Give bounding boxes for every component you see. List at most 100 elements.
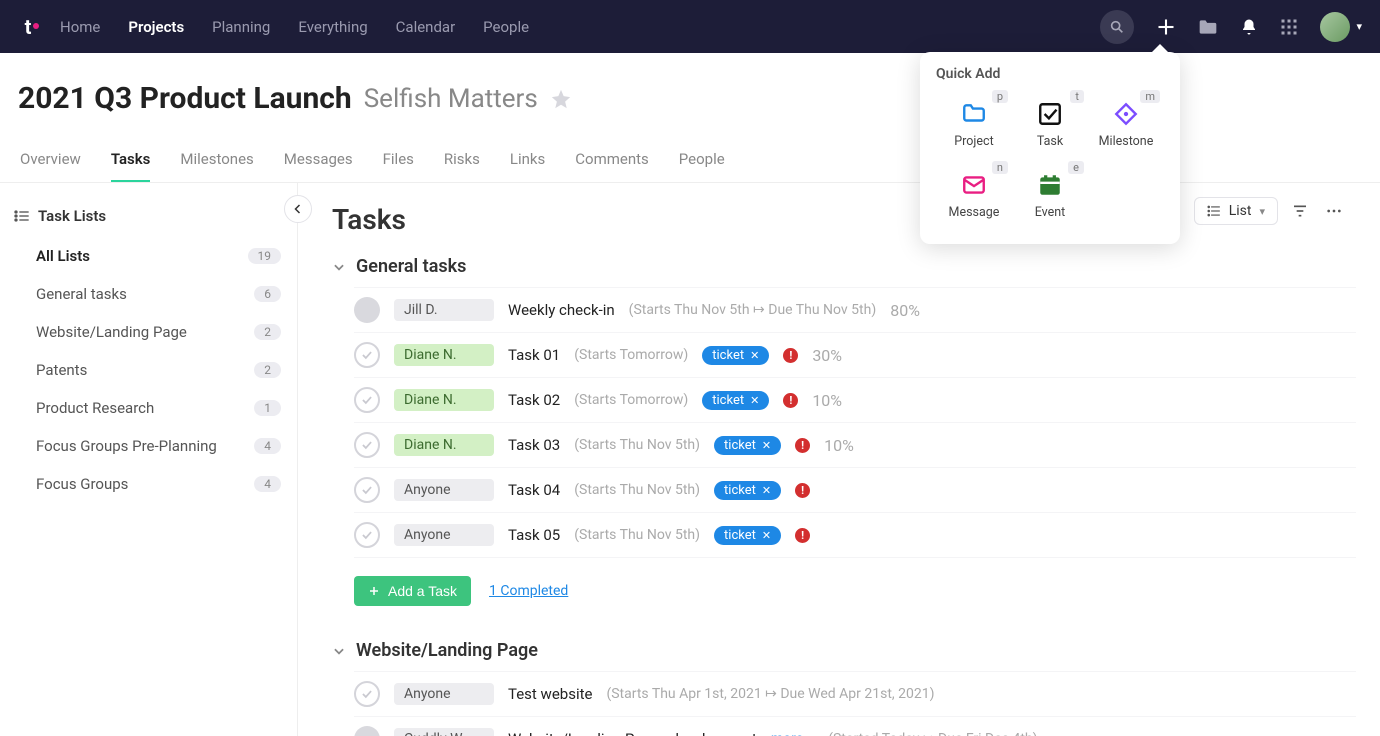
task-tag[interactable]: ticket ✕ — [714, 436, 781, 455]
assignee-chip[interactable]: Jill D. — [394, 299, 494, 321]
nav-item-calendar[interactable]: Calendar — [396, 18, 456, 36]
folder-icon — [960, 100, 988, 128]
tab-milestones[interactable]: Milestones — [180, 150, 253, 182]
sidebar-item[interactable]: Website/Landing Page2 — [14, 315, 287, 349]
task-checkbox[interactable] — [354, 387, 380, 413]
tab-people[interactable]: People — [679, 150, 725, 182]
tab-tasks[interactable]: Tasks — [111, 150, 151, 182]
completed-link[interactable]: 1 Completed — [489, 583, 568, 599]
chevron-down-icon — [332, 260, 346, 274]
tab-messages[interactable]: Messages — [284, 150, 353, 182]
quick-add-project[interactable]: pProject — [936, 92, 1012, 157]
nav-item-people[interactable]: People — [483, 18, 529, 36]
task-checkbox[interactable] — [354, 726, 380, 736]
task-checkbox[interactable] — [354, 522, 380, 548]
assignee-chip[interactable]: Diane N. — [394, 434, 494, 456]
avatar — [1320, 12, 1350, 42]
sidebar: Task Lists All Lists 19 General tasks6 Webs… — [0, 183, 298, 736]
quick-add-event[interactable]: eEvent — [1012, 163, 1088, 228]
sidebar-item-label: Website/Landing Page — [36, 323, 187, 341]
task-checkbox[interactable] — [354, 432, 380, 458]
apps-icon[interactable] — [1280, 18, 1298, 36]
assignee-chip[interactable]: Diane N. — [394, 389, 494, 411]
sidebar-item[interactable]: All Lists 19 — [14, 239, 287, 273]
sidebar-item[interactable]: Focus Groups4 — [14, 467, 287, 501]
nav-item-projects[interactable]: Projects — [128, 18, 184, 36]
sidebar-item[interactable]: Patents2 — [14, 353, 287, 387]
tab-files[interactable]: Files — [383, 150, 414, 182]
task-checkbox[interactable] — [354, 297, 380, 323]
view-selector[interactable]: List ▾ — [1194, 197, 1278, 225]
task-title: Task 03 — [508, 436, 560, 454]
task-row[interactable]: AnyoneTask 04(Starts Thu Nov 5th)ticket … — [354, 468, 1356, 513]
bell-icon[interactable] — [1240, 17, 1258, 37]
task-row[interactable]: Diane N.Task 03(Starts Thu Nov 5th)ticke… — [354, 423, 1356, 468]
project-title: 2021 Q3 Product Launch — [18, 81, 352, 116]
add-icon[interactable] — [1156, 17, 1176, 37]
task-row[interactable]: Jill D.Weekly check-in(Starts Thu Nov 5t… — [354, 287, 1356, 333]
task-tag[interactable]: ticket ✕ — [702, 391, 769, 410]
quick-add-milestone[interactable]: mMilestone — [1088, 92, 1164, 157]
nav-item-planning[interactable]: Planning — [212, 18, 270, 36]
sidebar-item[interactable]: Focus Groups Pre-Planning 4 — [14, 429, 287, 463]
assignee-chip[interactable]: Diane N. — [394, 344, 494, 366]
filter-icon[interactable] — [1288, 199, 1312, 223]
user-menu[interactable]: ▾ — [1320, 12, 1362, 42]
task-checkbox[interactable] — [354, 342, 380, 368]
assignee-chip[interactable]: Anyone — [394, 683, 494, 705]
task-row[interactable]: AnyoneTask 05(Starts Thu Nov 5th)ticket … — [354, 513, 1356, 558]
tab-links[interactable]: Links — [510, 150, 545, 182]
tab-risks[interactable]: Risks — [444, 150, 480, 182]
remove-tag-icon[interactable]: ✕ — [762, 484, 771, 497]
sidebar-item-label: General tasks — [36, 285, 127, 303]
milestone-icon — [1112, 100, 1140, 128]
star-icon[interactable] — [550, 88, 572, 110]
sidebar-item[interactable]: Product Research1 — [14, 391, 287, 425]
remove-tag-icon[interactable]: ✕ — [762, 529, 771, 542]
task-row[interactable]: Diane N.Task 01(Starts Tomorrow)ticket ✕… — [354, 333, 1356, 378]
task-progress: 10% — [824, 436, 854, 455]
assignee-chip[interactable]: Anyone — [394, 479, 494, 501]
task-checkbox[interactable] — [354, 681, 380, 707]
assignee-chip[interactable]: Cuddly W. — [394, 728, 494, 736]
count-badge: 4 — [254, 438, 281, 454]
quick-add-title: Quick Add — [936, 66, 1164, 82]
more-icon[interactable] — [1322, 205, 1346, 217]
nav-item-home[interactable]: Home — [60, 18, 100, 36]
task-tag[interactable]: ticket ✕ — [714, 481, 781, 500]
tab-overview[interactable]: Overview — [20, 150, 81, 182]
brand-logo[interactable]: t — [18, 15, 46, 39]
warning-icon: ! — [783, 348, 798, 363]
task-row[interactable]: AnyoneTest website(Starts Thu Apr 1st, 2… — [354, 671, 1356, 717]
tab-comments[interactable]: Comments — [575, 150, 649, 182]
count-badge: 1 — [254, 400, 281, 416]
sidebar-item-label: All Lists — [36, 247, 90, 265]
task-checkbox[interactable] — [354, 477, 380, 503]
collapse-sidebar-button[interactable] — [284, 195, 312, 223]
sidebar-item-label: Focus Groups Pre-Planning — [36, 437, 217, 455]
task-tag[interactable]: ticket ✕ — [702, 346, 769, 365]
sidebar-item[interactable]: General tasks6 — [14, 277, 287, 311]
task-dates: (Starts Thu Nov 5th) — [574, 482, 700, 498]
folder-icon[interactable] — [1198, 18, 1218, 36]
nav-item-everything[interactable]: Everything — [298, 18, 367, 36]
sidebar-heading: Task Lists — [14, 207, 287, 225]
more-link[interactable]: more... — [771, 731, 814, 736]
task-tag[interactable]: ticket ✕ — [714, 526, 781, 545]
quick-add-label: Milestone — [1099, 134, 1154, 149]
assignee-chip[interactable]: Anyone — [394, 524, 494, 546]
sidebar-item-label: Focus Groups — [36, 475, 128, 493]
task-dates: (Starts Thu Nov 5th) — [574, 527, 700, 543]
add-task-button[interactable]: Add a Task — [354, 576, 471, 606]
quick-add-message[interactable]: nMessage — [936, 163, 1012, 228]
search-icon[interactable] — [1100, 10, 1134, 44]
count-badge: 19 — [248, 248, 282, 264]
remove-tag-icon[interactable]: ✕ — [750, 349, 759, 362]
remove-tag-icon[interactable]: ✕ — [750, 394, 759, 407]
task-row[interactable]: Cuddly W.Website/Landing Page - developm… — [354, 717, 1356, 736]
remove-tag-icon[interactable]: ✕ — [762, 439, 771, 452]
quick-add-task[interactable]: tTask — [1012, 92, 1088, 157]
task-row[interactable]: Diane N.Task 02(Starts Tomorrow)ticket ✕… — [354, 378, 1356, 423]
section-header[interactable]: General tasks — [332, 256, 1356, 277]
section-header[interactable]: Website/Landing Page — [332, 640, 1356, 661]
